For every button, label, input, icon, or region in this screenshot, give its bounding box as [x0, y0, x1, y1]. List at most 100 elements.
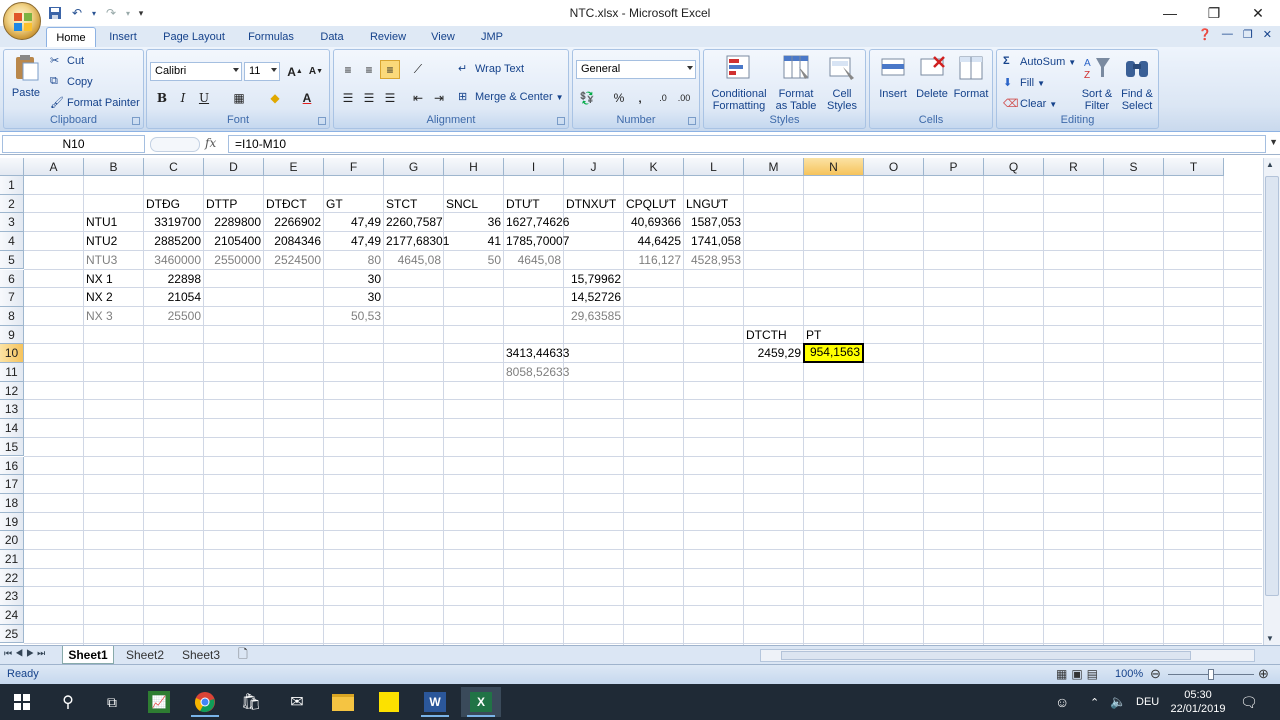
increase-indent-icon[interactable]: ⇥: [429, 88, 449, 107]
alignment-launcher-icon[interactable]: [557, 117, 565, 125]
select-all-corner[interactable]: [0, 158, 24, 176]
column-header-d[interactable]: D: [204, 158, 264, 176]
shrink-font-button[interactable]: A ▼: [306, 62, 326, 81]
tab-page-layout[interactable]: Page Layout: [158, 26, 230, 47]
cell-c5[interactable]: 3460000: [144, 251, 203, 270]
align-center-icon[interactable]: ☰: [359, 88, 379, 107]
cell-c8[interactable]: 25500: [144, 307, 203, 326]
format-cells-button[interactable]: Format: [952, 53, 990, 100]
cell-g5[interactable]: 4645,08: [384, 251, 443, 270]
cell-m10[interactable]: 2459,29: [744, 344, 803, 363]
row-header-18[interactable]: 18: [0, 493, 24, 513]
help-icon[interactable]: ❓: [1198, 28, 1212, 41]
sheet-tab-sheet1[interactable]: Sheet1: [62, 646, 114, 664]
font-launcher-icon[interactable]: [318, 117, 326, 125]
cell-l2[interactable]: LNGƯT: [684, 195, 743, 214]
sheet-tab-sheet3[interactable]: Sheet3: [176, 646, 226, 664]
underline-button[interactable]: U: [194, 88, 214, 107]
expand-formula-icon[interactable]: ▼: [1269, 137, 1278, 147]
grow-font-button[interactable]: A ▲: [285, 62, 305, 81]
minimize-button[interactable]: —: [1148, 0, 1192, 26]
cell-f8[interactable]: 50,53: [324, 307, 383, 326]
column-header-b[interactable]: B: [84, 158, 144, 176]
tab-review[interactable]: Review: [366, 26, 410, 47]
column-header-e[interactable]: E: [264, 158, 324, 176]
column-header-a[interactable]: A: [24, 158, 84, 176]
cell-k3[interactable]: 40,69366: [624, 213, 683, 232]
vertical-scroll-thumb[interactable]: [1265, 176, 1279, 596]
comma-button[interactable]: ‚: [630, 88, 650, 107]
find-select-button[interactable]: Find & Select: [1117, 53, 1157, 112]
cell-i2[interactable]: DTƯT: [504, 195, 563, 214]
task-view-icon[interactable]: ⧉: [92, 687, 132, 717]
cell-i5[interactable]: 4645,08: [504, 251, 563, 270]
conditional-formatting-button[interactable]: Conditional Formatting: [707, 53, 771, 112]
column-header-p[interactable]: P: [924, 158, 984, 176]
row-header-25[interactable]: 25: [0, 624, 24, 644]
cell-b3[interactable]: NTU1: [84, 213, 143, 232]
row-header-1[interactable]: 1: [0, 176, 24, 195]
row-header-12[interactable]: 12: [0, 381, 24, 401]
column-header-t[interactable]: T: [1164, 158, 1224, 176]
cell-l4[interactable]: 1741,058: [684, 232, 743, 251]
clear-button[interactable]: ⌫ Clear ▼: [1003, 97, 1057, 111]
font-color-icon[interactable]: A: [297, 88, 317, 107]
cell-c6[interactable]: 22898: [144, 270, 203, 289]
column-header-s[interactable]: S: [1104, 158, 1164, 176]
scroll-down-icon[interactable]: ▼: [1266, 634, 1274, 643]
cell-i4[interactable]: 1785,70007: [504, 232, 569, 251]
insert-cells-button[interactable]: Insert: [874, 53, 912, 100]
cell-h3[interactable]: 36: [444, 213, 503, 232]
volume-icon[interactable]: 🔈: [1110, 684, 1126, 720]
cell-b7[interactable]: NX 2: [84, 288, 143, 307]
tray-overflow-icon[interactable]: ⌃: [1090, 684, 1099, 720]
cell-c3[interactable]: 3319700: [144, 213, 203, 232]
column-header-g[interactable]: G: [384, 158, 444, 176]
zoom-level[interactable]: 100%: [1115, 668, 1143, 680]
row-header-7[interactable]: 7: [0, 288, 24, 307]
column-header-h[interactable]: H: [444, 158, 504, 176]
cut-button[interactable]: ✂ Cut: [50, 54, 84, 68]
row-header-20[interactable]: 20: [0, 531, 24, 550]
tab-view[interactable]: View: [424, 26, 462, 47]
cell-f4[interactable]: 47,49: [324, 232, 383, 251]
row-header-2[interactable]: 2: [0, 194, 24, 214]
mail-icon[interactable]: ✉: [277, 687, 317, 717]
column-header-r[interactable]: R: [1044, 158, 1104, 176]
column-header-q[interactable]: Q: [984, 158, 1044, 176]
column-header-n[interactable]: N: [804, 158, 864, 176]
scroll-up-icon[interactable]: ▲: [1266, 160, 1274, 169]
input-language[interactable]: DEU: [1136, 684, 1159, 720]
column-header-j[interactable]: J: [564, 158, 624, 176]
view-buttons-icon[interactable]: ▦▣▤: [1056, 667, 1102, 681]
cell-d2[interactable]: DTTP: [204, 195, 263, 214]
cell-j2[interactable]: DTNXƯT: [564, 195, 623, 214]
delete-cells-button[interactable]: Delete: [913, 53, 951, 100]
cell-d5[interactable]: 2550000: [204, 251, 263, 270]
cell-k2[interactable]: CPQLƯT: [624, 195, 683, 214]
cell-b8[interactable]: NX 3: [84, 307, 143, 326]
cell-i3[interactable]: 1627,74626: [504, 213, 569, 232]
cell-e3[interactable]: 2266902: [264, 213, 323, 232]
sort-filter-button[interactable]: AZ Sort & Filter: [1077, 53, 1117, 112]
cell-f2[interactable]: GT: [324, 195, 383, 214]
font-name-combo[interactable]: Calibri: [150, 62, 242, 81]
cell-l5[interactable]: 4528,953: [684, 251, 743, 270]
percent-button[interactable]: %: [609, 88, 629, 107]
cell-i11[interactable]: 8058,52633: [504, 363, 569, 382]
cell-f3[interactable]: 47,49: [324, 213, 383, 232]
copy-button[interactable]: ⧉ Copy: [50, 75, 93, 89]
font-size-combo[interactable]: 11: [244, 62, 280, 81]
cell-d4[interactable]: 2105400: [204, 232, 263, 251]
paste-button[interactable]: Paste: [8, 52, 44, 99]
column-header-l[interactable]: L: [684, 158, 744, 176]
worksheet-grid[interactable]: A B C D E F G H I J K L M N O P Q R S T 1 2 3 4 5 6 7 8 9 10 11 12 13 14 1…: [0, 158, 1262, 645]
cell-e5[interactable]: 2524500: [264, 251, 323, 270]
row-header-22[interactable]: 22: [0, 568, 24, 588]
bold-button[interactable]: B: [152, 88, 172, 107]
formula-bar-handle[interactable]: [150, 137, 200, 152]
people-icon[interactable]: ☺: [1055, 684, 1069, 720]
cell-styles-button[interactable]: Cell Styles: [821, 53, 863, 112]
cell-c7[interactable]: 21054: [144, 288, 203, 307]
row-header-16[interactable]: 16: [0, 456, 24, 476]
